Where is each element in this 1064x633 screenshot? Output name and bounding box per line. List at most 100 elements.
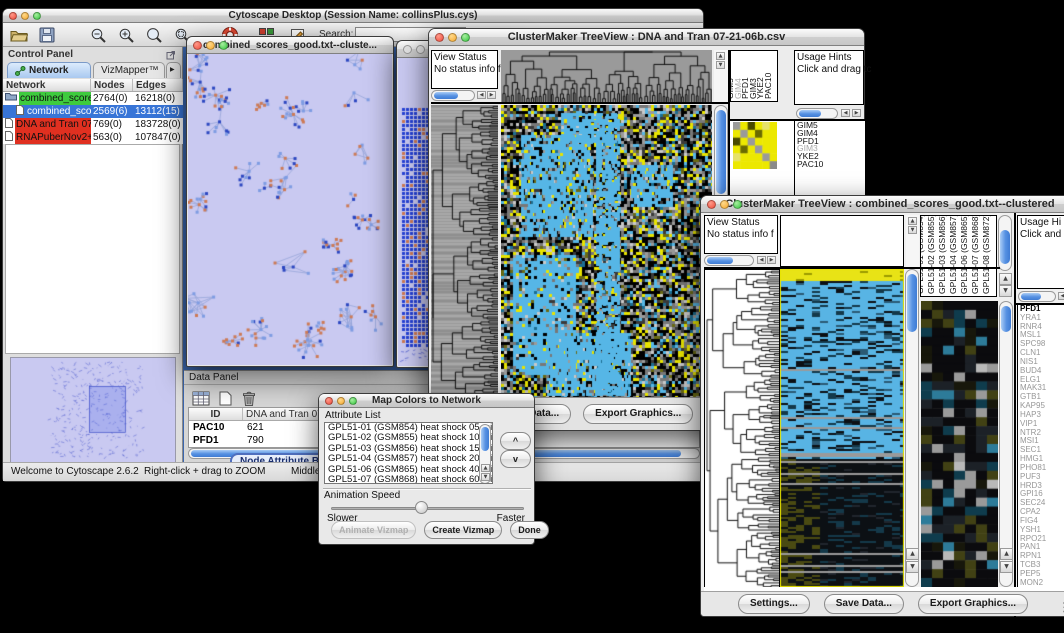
scroll-up-icon[interactable]	[1000, 548, 1013, 560]
usage-hints-hscrollbar[interactable]	[1018, 291, 1056, 302]
gene-list-item[interactable]: CPA2	[1018, 508, 1064, 517]
heatmap-canvas[interactable]	[780, 269, 904, 587]
tab-vizmapper[interactable]: VizMapper™	[93, 62, 165, 78]
usage-hints-hscrollbar[interactable]	[796, 108, 838, 119]
gene-list-item[interactable]: MSL1	[1018, 331, 1064, 340]
network-graph-canvas[interactable]	[188, 54, 394, 366]
minimize-icon[interactable]	[206, 41, 215, 50]
dialog-titlebar[interactable]: Map Colors to Network	[319, 394, 534, 408]
treeview2-titlebar[interactable]: ClusterMaker TreeView : combined_scores_…	[701, 196, 1064, 213]
zoom-in-button[interactable]	[115, 25, 137, 45]
create-vizmap-button[interactable]: Create Vizmap	[424, 521, 502, 539]
gene-list-item[interactable]: SEC1	[1018, 446, 1064, 455]
tab-overflow-button[interactable]: ▶	[166, 62, 181, 78]
view-status-hscrollbar[interactable]	[431, 90, 475, 101]
column-label[interactable]: GPL51-06 (GSM865)	[959, 215, 969, 294]
scrollbar-thumb[interactable]	[907, 274, 917, 332]
gene-list-item[interactable]: CLN1	[1018, 349, 1064, 358]
col-edges[interactable]: Edges	[133, 79, 183, 91]
gene-list-item[interactable]: YRA1	[1018, 314, 1064, 323]
labels-vscrollbar[interactable]	[998, 215, 1012, 271]
column-dendrogram-area[interactable]	[780, 215, 904, 267]
scroll-down-icon[interactable]	[908, 226, 917, 234]
row-dendrogram-canvas[interactable]	[431, 105, 498, 399]
speed-slider-thumb[interactable]	[415, 501, 428, 514]
gene-list-item[interactable]: PUF3	[1018, 473, 1064, 482]
zoom-submatrix-canvas[interactable]	[921, 301, 998, 587]
gene-list-item[interactable]: PEP5	[1018, 570, 1064, 579]
gene-list-item[interactable]: BUD4	[1018, 367, 1064, 376]
scroll-down-icon[interactable]	[481, 473, 490, 481]
gene-list-item[interactable]: PHO81	[1018, 464, 1064, 473]
scrollbar-thumb[interactable]	[1000, 230, 1010, 264]
done-button[interactable]: Done	[510, 521, 549, 539]
network-table-row[interactable]: combined_scores2764(0)16218(0)	[3, 92, 183, 105]
zoom-window-icon[interactable]	[461, 33, 470, 42]
close-icon[interactable]	[707, 200, 716, 209]
submatrix-canvas[interactable]	[733, 122, 777, 169]
gene-list-item[interactable]: ELG1	[1018, 376, 1064, 385]
zoom-window-icon[interactable]	[219, 41, 228, 50]
column-label[interactable]: GPL51-04 (GSM857)	[948, 215, 958, 294]
column-label[interactable]: GPL51-03 (GSM856)	[937, 215, 947, 294]
scrollbar-thumb[interactable]	[1001, 306, 1011, 332]
network-name-cell[interactable]: combined_sco	[3, 105, 91, 118]
scrollbar-thumb[interactable]	[1021, 293, 1041, 300]
column-label[interactable]: GPL51-02 (GSM855)	[926, 215, 936, 294]
close-icon[interactable]	[193, 41, 202, 50]
scroll-up-icon[interactable]	[906, 548, 919, 560]
scroll-up-icon[interactable]	[716, 52, 725, 60]
gene-list-item[interactable]: MAK31	[1018, 384, 1064, 393]
row-dendrogram-canvas[interactable]	[704, 269, 780, 589]
close-icon[interactable]	[325, 397, 333, 405]
scroll-up-icon[interactable]	[999, 273, 1012, 285]
gene-list-item[interactable]: SEC24	[1018, 499, 1064, 508]
scroll-right-icon[interactable]	[487, 91, 496, 99]
zoom-window-icon[interactable]	[733, 200, 742, 209]
heatmap-canvas[interactable]	[501, 105, 712, 399]
gene-list-item[interactable]: KAP95	[1018, 402, 1064, 411]
close-icon[interactable]	[435, 33, 444, 42]
zoom-fit-button[interactable]	[143, 25, 165, 45]
network-window-titlebar[interactable]: combined_scores_good.txt--cluste...	[187, 37, 393, 54]
gene-list-item[interactable]: PFD1	[1018, 305, 1064, 314]
view-status-hscrollbar[interactable]	[704, 255, 754, 266]
network-table-row[interactable]: combined_sco2569(6)13112(15)	[3, 105, 183, 118]
save-data--button[interactable]: Save Data...	[824, 594, 904, 614]
network-overview-canvas[interactable]	[10, 357, 176, 463]
network-name-cell[interactable]: combined_scores	[3, 92, 91, 105]
open-session-button[interactable]	[8, 25, 30, 45]
gene-list-item[interactable]: RNR4	[1018, 323, 1064, 332]
scroll-left-icon[interactable]	[757, 256, 766, 264]
gene-list-item[interactable]: GTB1	[1018, 393, 1064, 402]
zoom-vscrollbar[interactable]	[999, 301, 1013, 587]
save-session-button[interactable]	[36, 25, 58, 45]
column-label[interactable]: GPL51-08 (GSM872)	[981, 215, 991, 294]
scroll-left-icon[interactable]	[1058, 292, 1064, 300]
network-name-cell[interactable]: DNA and Tran 07	[3, 118, 91, 131]
column-label[interactable]: GPL51-07 (GSM868)	[970, 215, 980, 294]
heatmap-vscrollbar[interactable]	[905, 269, 919, 587]
gene-list-item[interactable]: FIG4	[1018, 517, 1064, 526]
scroll-up-icon[interactable]	[481, 464, 490, 472]
column-labels-panel[interactable]: GPL51-01 (GSM854)GPL51-02 (GSM855)GPL51-…	[920, 215, 997, 297]
scrollbar-thumb[interactable]	[707, 257, 733, 264]
column-labels-panel[interactable]: GIM5GIM4PFD1GIM3YKE2PAC10	[730, 50, 778, 102]
scroll-down-icon[interactable]	[1000, 561, 1013, 573]
scroll-down-icon[interactable]	[906, 561, 919, 573]
network-table-row[interactable]: RNAPuberNov2+I563(0)107847(0)	[3, 131, 183, 144]
gene-list-item[interactable]: NIS1	[1018, 358, 1064, 367]
scrollbar-thumb[interactable]	[481, 427, 489, 451]
zoom-window-icon[interactable]	[33, 12, 41, 20]
gene-list-item[interactable]: TCB3	[1018, 561, 1064, 570]
tab-network[interactable]: Network	[7, 62, 91, 78]
zoom-out-button[interactable]	[87, 25, 109, 45]
gene-list-item[interactable]: RPO21	[1018, 535, 1064, 544]
col-nodes[interactable]: Nodes	[91, 79, 133, 91]
scroll-right-icon[interactable]	[852, 109, 861, 117]
gene-list-item[interactable]: NTR2	[1018, 429, 1064, 438]
close-icon[interactable]	[9, 12, 17, 20]
minimize-icon[interactable]	[448, 33, 457, 42]
attribute-list-item[interactable]: GPL51-07 (GSM868) heat shock 60 min	[325, 475, 479, 484]
minimize-icon[interactable]	[337, 397, 345, 405]
